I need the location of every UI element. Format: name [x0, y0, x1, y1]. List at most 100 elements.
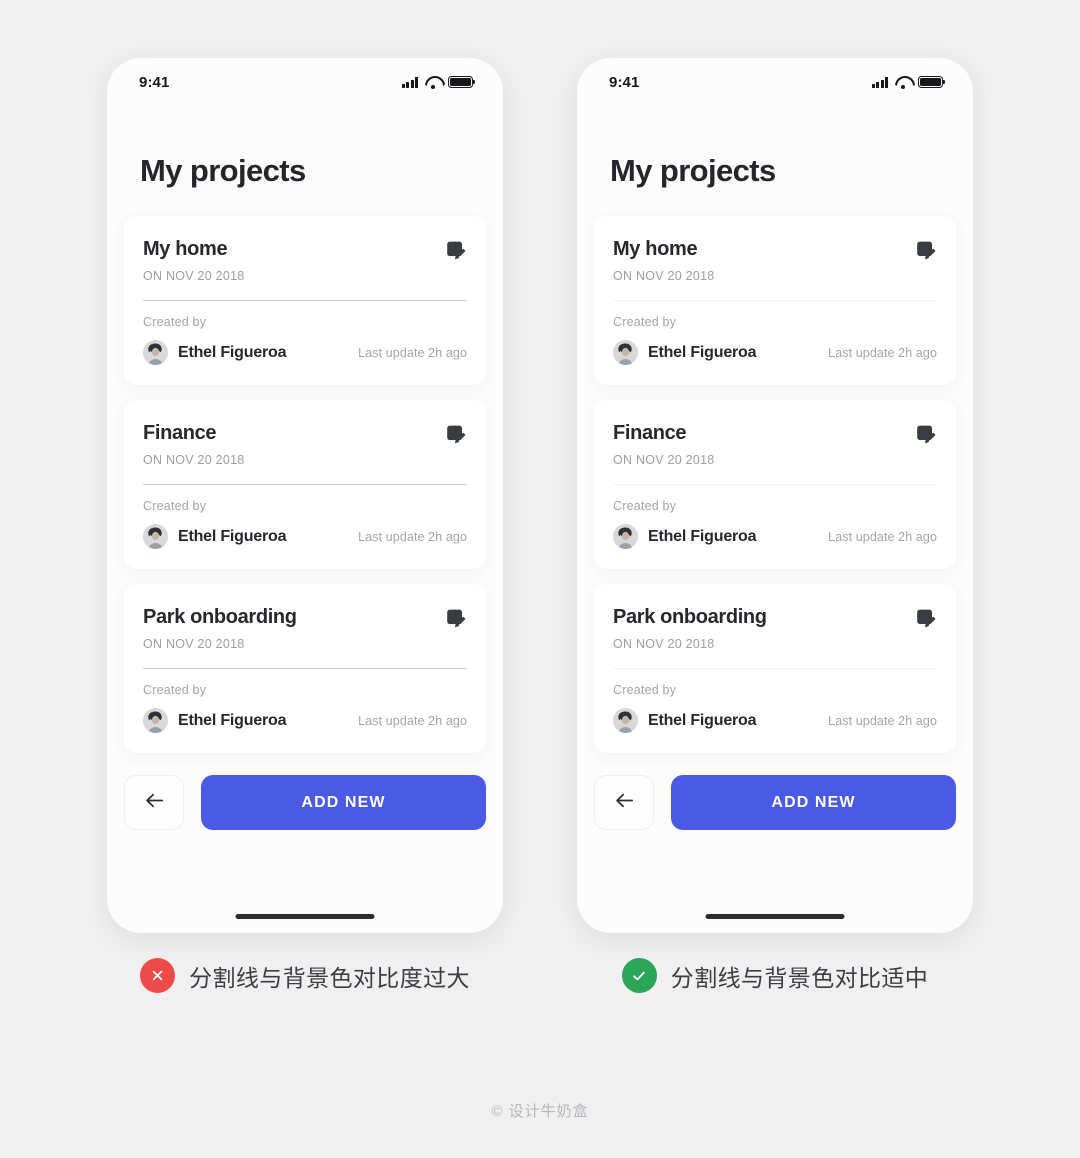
last-update: Last update 2h ago [358, 345, 467, 360]
card-title: Finance [613, 422, 687, 444]
author: Ethel Figueroa [143, 708, 287, 733]
wifi-icon [425, 76, 441, 89]
bottom-actions-left: ADD NEW [107, 753, 503, 830]
card-footer: Ethel Figueroa Last update 2h ago [143, 708, 467, 733]
captions-row: 分割线与背景色对比度过大 分割线与背景色对比适中 [0, 958, 1080, 993]
phone-right: 9:41 My projects My home ON NOV 20 2018 [577, 58, 973, 933]
add-new-label: ADD NEW [771, 793, 856, 811]
card-divider [613, 300, 937, 301]
card-header: Park onboarding ON NOV 20 2018 [613, 606, 937, 651]
back-button[interactable] [594, 775, 654, 830]
card-footer: Ethel Figueroa Last update 2h ago [143, 524, 467, 549]
project-card[interactable]: Finance ON NOV 20 2018 Created by Ethel … [124, 400, 486, 569]
project-card[interactable]: My home ON NOV 20 2018 Created by Ethel … [124, 216, 486, 385]
card-divider [613, 484, 937, 485]
card-header: My home ON NOV 20 2018 [613, 238, 937, 283]
edit-pencil-icon[interactable] [915, 608, 937, 630]
author-name: Ethel Figueroa [178, 711, 287, 729]
card-header: Finance ON NOV 20 2018 [143, 422, 467, 467]
error-icon [140, 958, 176, 993]
card-divider [143, 300, 467, 301]
phone-left: 9:41 My projects My home ON NOV 20 2018 [107, 58, 503, 933]
home-indicator [235, 914, 375, 919]
edit-pencil-icon[interactable] [445, 608, 467, 630]
edit-pencil-icon[interactable] [445, 240, 467, 262]
project-card-list-left: My home ON NOV 20 2018 Created by Ethel … [107, 189, 503, 753]
caption-right: 分割线与背景色对比适中 [577, 958, 973, 993]
card-meta-label: Created by [143, 499, 207, 513]
back-button[interactable] [124, 775, 184, 830]
signal-icon [401, 76, 418, 88]
caption-right-text: 分割线与背景色对比适中 [670, 964, 929, 991]
status-bar-right: 9:41 [577, 58, 973, 106]
author: Ethel Figueroa [613, 524, 757, 549]
project-card-list-right: My home ON NOV 20 2018 Created by Ethel … [577, 189, 973, 753]
card-header: Finance ON NOV 20 2018 [613, 422, 937, 467]
card-meta-label: Created by [143, 315, 207, 329]
edit-pencil-icon[interactable] [445, 424, 467, 446]
last-update: Last update 2h ago [828, 529, 937, 544]
edit-pencil-icon[interactable] [915, 424, 937, 446]
status-icons [401, 76, 476, 89]
battery-icon [448, 76, 476, 88]
card-date: ON NOV 20 2018 [143, 453, 245, 467]
project-card[interactable]: Park onboarding ON NOV 20 2018 Created b… [124, 584, 486, 753]
card-title: My home [613, 238, 698, 260]
home-indicator [705, 914, 845, 919]
author: Ethel Figueroa [143, 340, 287, 365]
success-icon [621, 958, 657, 993]
last-update: Last update 2h ago [828, 713, 937, 728]
avatar [613, 708, 638, 733]
add-new-label: ADD NEW [301, 793, 386, 811]
author: Ethel Figueroa [143, 524, 287, 549]
card-date: ON NOV 20 2018 [143, 637, 245, 651]
card-meta-label: Created by [613, 499, 677, 513]
card-footer: Ethel Figueroa Last update 2h ago [613, 340, 937, 365]
card-title: Finance [143, 422, 217, 444]
avatar [143, 708, 168, 733]
card-divider [143, 484, 467, 485]
project-card[interactable]: My home ON NOV 20 2018 Created by Ethel … [594, 216, 956, 385]
card-title: Park onboarding [613, 606, 767, 628]
last-update: Last update 2h ago [358, 529, 467, 544]
avatar [143, 524, 168, 549]
signal-icon [871, 76, 888, 88]
card-divider [143, 668, 467, 669]
author-name: Ethel Figueroa [648, 343, 757, 361]
card-footer: Ethel Figueroa Last update 2h ago [613, 524, 937, 549]
add-new-button[interactable]: ADD NEW [671, 775, 956, 830]
avatar [613, 524, 638, 549]
caption-left: 分割线与背景色对比度过大 [107, 958, 503, 993]
watermark: © 设计牛奶盒 [491, 1103, 589, 1120]
page-title: My projects [140, 153, 306, 188]
status-bar-left: 9:41 [107, 58, 503, 106]
card-title: Park onboarding [143, 606, 297, 628]
card-meta-label: Created by [613, 683, 677, 697]
battery-icon [918, 76, 946, 88]
last-update: Last update 2h ago [358, 713, 467, 728]
card-divider [613, 668, 937, 669]
arrow-left-icon [613, 789, 636, 817]
project-card[interactable]: Finance ON NOV 20 2018 Created by Ethel … [594, 400, 956, 569]
wifi-icon [895, 76, 911, 89]
card-header: My home ON NOV 20 2018 [143, 238, 467, 283]
comparison-stage: 9:41 My projects My home ON NOV 20 2018 [0, 0, 1080, 1158]
caption-left-text: 分割线与背景色对比度过大 [189, 964, 470, 991]
author: Ethel Figueroa [613, 708, 757, 733]
author-name: Ethel Figueroa [178, 527, 287, 545]
status-time: 9:41 [609, 73, 640, 91]
edit-pencil-icon[interactable] [915, 240, 937, 262]
author-name: Ethel Figueroa [178, 343, 287, 361]
add-new-button[interactable]: ADD NEW [201, 775, 486, 830]
status-time: 9:41 [139, 73, 170, 91]
status-icons [871, 76, 946, 89]
avatar [143, 340, 168, 365]
card-date: ON NOV 20 2018 [613, 453, 715, 467]
card-date: ON NOV 20 2018 [143, 269, 245, 283]
page-title: My projects [610, 153, 776, 188]
author-name: Ethel Figueroa [648, 711, 757, 729]
last-update: Last update 2h ago [828, 345, 937, 360]
phone-mockups: 9:41 My projects My home ON NOV 20 2018 [0, 58, 1080, 933]
project-card[interactable]: Park onboarding ON NOV 20 2018 Created b… [594, 584, 956, 753]
card-title: My home [143, 238, 228, 260]
